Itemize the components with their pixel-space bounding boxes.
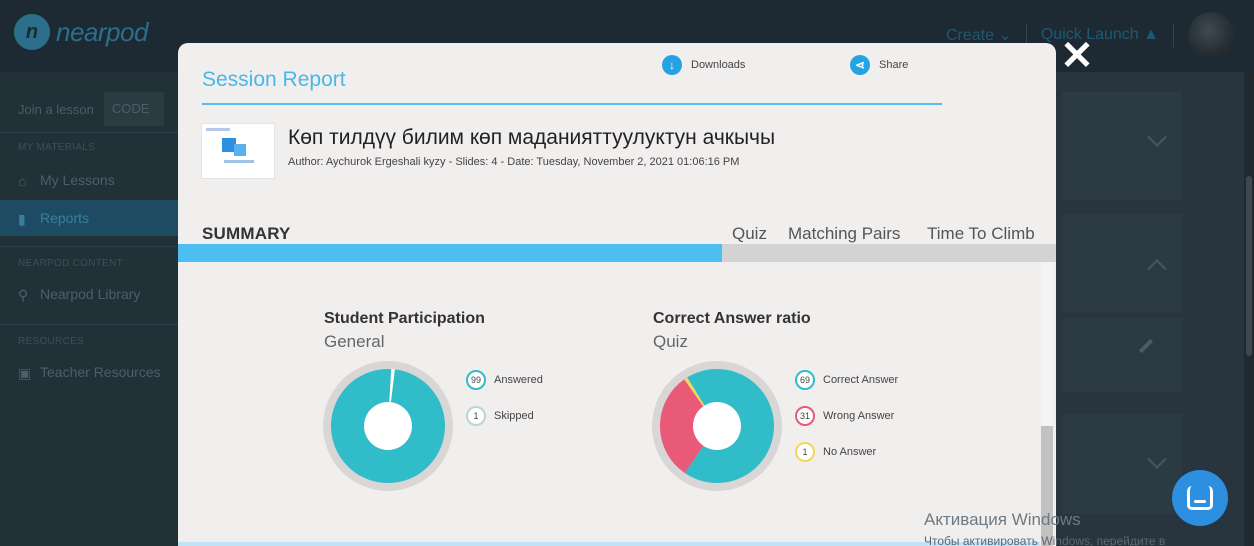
chat-support-button[interactable] — [1172, 470, 1228, 526]
participation-donut-chart — [323, 361, 453, 491]
quick-launch-button[interactable]: Quick Launch ▲ — [1041, 26, 1159, 44]
sidebar-divider — [0, 324, 178, 325]
legend-label: Wrong Answer — [823, 410, 895, 422]
nearpod-logo-icon: n — [14, 14, 50, 50]
legend-item: 69 Correct Answer — [795, 370, 898, 390]
user-avatar[interactable] — [1188, 12, 1234, 58]
tab-matching-pairs[interactable]: Matching Pairs — [788, 224, 900, 244]
join-lesson-row: Join a lesson CODE — [0, 84, 178, 134]
download-icon: ↓ — [662, 55, 682, 75]
background-card — [1062, 318, 1182, 392]
legend-item: 99 Answered — [466, 370, 543, 390]
code-input[interactable]: CODE — [103, 92, 164, 126]
summary-content — [178, 262, 1040, 546]
sidebar-section-title: MY MATERIALS — [18, 142, 96, 153]
nearpod-logo[interactable]: n nearpod — [14, 14, 148, 50]
sidebar-item-nearpod-library[interactable]: ⚲ Nearpod Library — [0, 276, 178, 312]
sidebar: Join a lesson CODE MY MATERIALS ⌂ My Les… — [0, 72, 178, 546]
close-icon: ✕ — [1060, 34, 1094, 78]
legend-label: Correct Answer — [823, 374, 899, 386]
legend-label: Skipped — [494, 410, 534, 422]
sidebar-item-teacher-resources[interactable]: ▣ Teacher Resources — [0, 354, 178, 390]
title-divider — [202, 103, 942, 105]
legend-item: 1 Skipped — [466, 406, 534, 426]
close-modal-button[interactable]: ✕ — [1060, 36, 1094, 76]
lesson-thumbnail — [201, 123, 275, 179]
background-card — [1062, 414, 1182, 514]
search-icon: ⚲ — [18, 287, 29, 303]
legend-value-badge: 99 — [466, 370, 486, 390]
sidebar-item-my-lessons[interactable]: ⌂ My Lessons — [0, 162, 178, 198]
sidebar-section-title: NEARPOD CONTENT — [18, 258, 124, 269]
session-report-modal: Session Report ↓ Downloads ⋖ Share Көп т… — [178, 43, 1056, 546]
donut-center-hole — [364, 402, 412, 450]
chart-subtitle: Quiz — [653, 332, 688, 351]
chevron-down-icon: ⌄ — [998, 27, 1012, 44]
chart-title: Student Participation — [324, 310, 485, 327]
chart-subtitle: General — [324, 332, 385, 351]
background-card — [1062, 92, 1182, 200]
logo-text: nearpod — [56, 16, 148, 47]
tab-summary[interactable]: SUMMARY — [202, 224, 291, 244]
legend-label: Answered — [494, 374, 543, 386]
sidebar-item-reports[interactable]: ▮ Reports — [0, 200, 178, 236]
legend-value-badge: 1 — [466, 406, 486, 426]
share-label: Share — [879, 59, 909, 71]
legend-value-badge: 31 — [795, 406, 815, 426]
tab-quiz[interactable]: Quiz — [732, 224, 767, 244]
tab-time-to-climb[interactable]: Time To Climb — [927, 224, 1035, 244]
sidebar-divider — [0, 132, 178, 133]
share-button[interactable]: ⋖ Share — [850, 55, 908, 75]
rocket-icon: ▲ — [1143, 26, 1159, 43]
legend-item: 31 Wrong Answer — [795, 406, 894, 426]
content-bottom-edge — [178, 542, 1040, 546]
sidebar-section-title: RESOURCES — [18, 336, 85, 347]
windows-activation-watermark-sub: Чтобы активировать Windows, перейдите в — [924, 534, 1166, 546]
donut-center-hole — [693, 402, 741, 450]
nav-divider — [1173, 23, 1174, 47]
legend-value-badge: 69 — [795, 370, 815, 390]
create-menu[interactable]: Create ⌄ — [946, 25, 1012, 45]
legend-item: 1 No Answer — [795, 442, 876, 462]
home-icon: ⌂ — [18, 173, 27, 189]
correct-answer-donut-chart — [652, 361, 782, 491]
progress-fill — [178, 244, 723, 262]
legend-value-badge: 1 — [795, 442, 815, 462]
lesson-title: Көп тилдүү билим көп маданияттуулуктун а… — [288, 126, 776, 149]
page-scrollbar-thumb[interactable] — [1246, 176, 1252, 356]
legend-label: No Answer — [823, 446, 877, 458]
sidebar-divider — [0, 246, 178, 247]
modal-title: Session Report — [202, 68, 346, 91]
join-lesson-label: Join a lesson — [18, 101, 94, 117]
windows-activation-watermark: Активация Windows — [924, 510, 1081, 529]
share-icon: ⋖ — [850, 55, 870, 75]
downloads-button[interactable]: ↓ Downloads — [662, 55, 745, 75]
lesson-meta: Author: Aychurok Ergeshali kyzy - Slides… — [288, 156, 740, 168]
chat-icon — [1187, 486, 1213, 510]
book-icon: ▣ — [18, 365, 32, 381]
chart-title: Correct Answer ratio — [653, 310, 811, 327]
background-card — [1062, 214, 1182, 312]
downloads-label: Downloads — [691, 59, 746, 71]
bar-chart-icon: ▮ — [18, 211, 26, 227]
